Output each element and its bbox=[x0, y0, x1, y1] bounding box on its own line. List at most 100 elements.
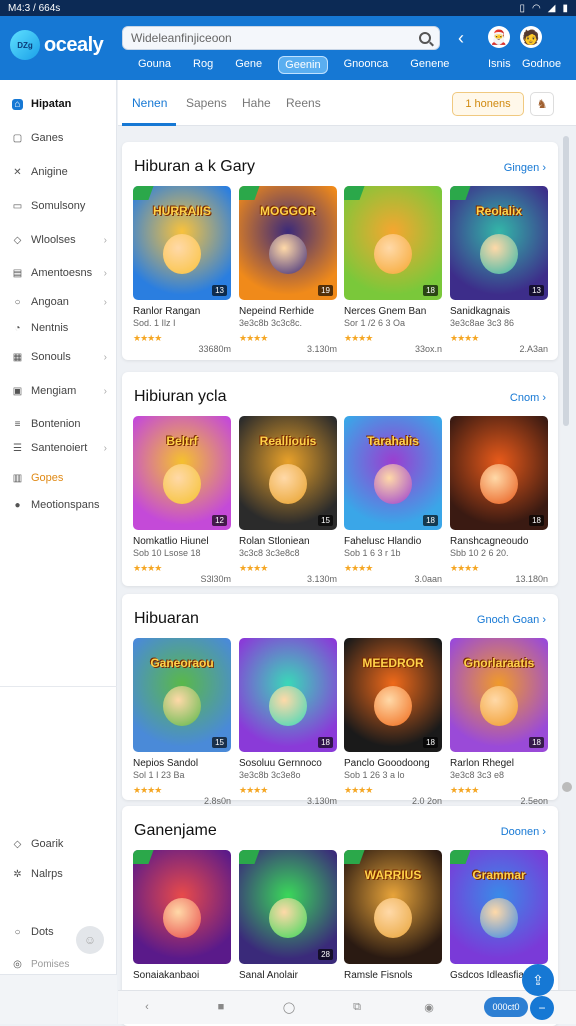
game-card[interactable]: MEEDROR 18 Panclo Gooodoong Sob 1 26 3 a lo… bbox=[344, 638, 442, 806]
sidebar-item[interactable]: ▤ Amentoesns › bbox=[0, 261, 117, 285]
chevron-right-icon: › bbox=[103, 267, 107, 279]
bottom-pill[interactable]: 000ct0 bbox=[484, 997, 528, 1017]
tab-1[interactable]: Sapens bbox=[186, 96, 227, 110]
game-card[interactable]: Reolalix 13 Sanidkagnais 3e3c8ae 3c3 86 ★★★★… bbox=[450, 186, 548, 354]
game-card[interactable]: 18 Ranshcagneoudo Sbb 10 2 6 20. ★★★★ 13.180… bbox=[450, 416, 548, 584]
game-card[interactable]: MOGGOR 19 Nepeind Rerhide 3e3c8b 3c3c8c. ★★★… bbox=[239, 186, 337, 354]
status-time: M4:3 / 664s bbox=[8, 2, 61, 14]
game-name: Sanal Anolair bbox=[239, 970, 298, 981]
scroll-handle[interactable] bbox=[562, 782, 572, 792]
back-icon[interactable]: ‹ bbox=[140, 1000, 154, 1014]
avatar-2[interactable]: 🧑 bbox=[520, 26, 542, 48]
game-thumbnail[interactable]: Grammar bbox=[450, 850, 548, 964]
game-meta: 3e3c8b 3c3e8o bbox=[239, 770, 301, 780]
record-icon[interactable]: ◉ bbox=[422, 1000, 436, 1014]
share-fab[interactable]: ⇪ bbox=[522, 964, 554, 996]
game-size: 33680m bbox=[198, 344, 231, 354]
topnav-item[interactable]: Gouna bbox=[132, 56, 177, 74]
topnav-item[interactable]: Geenin bbox=[278, 56, 328, 74]
character-art bbox=[480, 686, 518, 726]
top-link-1[interactable]: Isnis bbox=[488, 58, 511, 70]
copy-icon[interactable]: ⧉ bbox=[350, 1000, 364, 1014]
game-thumbnail[interactable]: Beltrf 12 bbox=[133, 416, 231, 530]
sidebar-item[interactable]: ◇ Wloolses › bbox=[0, 228, 117, 252]
top-link-2[interactable]: Godnoe bbox=[522, 58, 561, 70]
game-thumbnail[interactable]: MOGGOR 19 bbox=[239, 186, 337, 300]
sidebar-bottom-item[interactable]: ✲ Nalrps bbox=[0, 862, 117, 886]
game-card[interactable]: Realliouis 15 Rolan Stloniean 3c3c8 3c3e8c8… bbox=[239, 416, 337, 584]
tab-0[interactable]: Nenen bbox=[132, 96, 167, 110]
game-card[interactable]: HURRAIIS 13 Ranlor Rangan Sod. 1 Ilz I ★★★★ 3… bbox=[133, 186, 231, 354]
sidebar-item[interactable]: ✕ Anigine bbox=[0, 160, 117, 184]
game-card[interactable]: 18 Sosoluu Gernnoco 3e3c8b 3c3e8o ★★★★ 3.130… bbox=[239, 638, 337, 806]
sidebar-bottom-item[interactable]: ◎ Pomises bbox=[0, 952, 117, 976]
topnav-item[interactable]: Gene bbox=[229, 56, 268, 74]
circle-icon[interactable]: ◯ bbox=[282, 1000, 296, 1014]
game-thumbnail[interactable]: MEEDROR 18 bbox=[344, 638, 442, 752]
search-input[interactable]: Wideleanfinjiceoon bbox=[122, 26, 440, 50]
game-card[interactable]: Tarahalis 18 Fahelusc Hlandio Sob 1 6 3 r 1… bbox=[344, 416, 442, 584]
game-thumbnail[interactable]: Ganeoraou 15 bbox=[133, 638, 231, 752]
sidebar-bottom-item[interactable]: ◇ Goarik bbox=[0, 832, 117, 856]
filter-pill[interactable]: 1 honens bbox=[452, 92, 524, 116]
sidebar-item[interactable]: ◔ Nentnis bbox=[0, 316, 117, 340]
topnav-item[interactable]: Gnoonca bbox=[338, 56, 395, 74]
sidebar-item[interactable]: ▭ Somulsony bbox=[0, 194, 117, 218]
topnav-item[interactable]: Genene bbox=[404, 56, 455, 74]
game-art-title: MOGGOR bbox=[260, 204, 316, 218]
sidebar-item[interactable]: ● Meotionspans bbox=[0, 493, 117, 517]
game-card[interactable]: 18 Nerces Gnem Ban Sor 1 /2 6 3 Oa ★★★★ 33ox… bbox=[344, 186, 442, 354]
circle-icon: ○ bbox=[14, 296, 21, 308]
sidebar-item[interactable]: ▣ Mengiam › bbox=[0, 379, 117, 403]
game-card[interactable]: WARRIUS Ramsle Fisnols bbox=[344, 850, 442, 981]
game-thumbnail[interactable]: WARRIUS bbox=[344, 850, 442, 964]
tab-3[interactable]: Reens bbox=[286, 96, 321, 110]
section-title: Hibuaran bbox=[134, 610, 199, 627]
game-thumbnail[interactable]: HURRAIIS 13 bbox=[133, 186, 231, 300]
game-card[interactable]: Gnorlaraatis 18 Rarlon Rhegel 3e3c8 3c3 e8 ★… bbox=[450, 638, 548, 806]
section-see-all-link[interactable]: Cnom › bbox=[510, 392, 546, 404]
game-thumbnail[interactable] bbox=[133, 850, 231, 964]
tab-2[interactable]: Hahe bbox=[242, 96, 271, 110]
game-thumbnail[interactable]: Gnorlaraatis 18 bbox=[450, 638, 548, 752]
logo-mark-icon: Ǳg bbox=[10, 30, 40, 60]
sidebar-item[interactable]: ▢ Ganes bbox=[0, 126, 117, 150]
section-see-all-link[interactable]: Gnoch Goan › bbox=[477, 614, 546, 626]
game-thumbnail[interactable]: Reolalix 13 bbox=[450, 186, 548, 300]
sidebar-item[interactable]: ○ Angoan › bbox=[0, 290, 117, 314]
game-thumbnail[interactable]: 18 bbox=[239, 638, 337, 752]
game-thumbnail[interactable]: Realliouis 15 bbox=[239, 416, 337, 530]
search-placeholder: Wideleanfinjiceoon bbox=[131, 31, 232, 45]
sidebar-item[interactable]: ☰ Santenoiert › bbox=[0, 436, 117, 460]
section-see-all-link[interactable]: Doonen › bbox=[501, 826, 546, 838]
avatar-1[interactable]: 🎅 bbox=[488, 26, 510, 48]
game-card[interactable]: Grammar Gsdcos Idleasfiam bbox=[450, 850, 548, 981]
game-card[interactable]: Beltrf 12 Nomkatlio Hiunel Sob 10 Lsose 18 ★… bbox=[133, 416, 231, 584]
rating-row: ★★★★ bbox=[133, 558, 231, 573]
sidebar-item[interactable]: ▦ Sonouls › bbox=[0, 345, 117, 369]
game-size: 3.130m bbox=[306, 574, 337, 584]
topnav-item[interactable]: Rog bbox=[187, 56, 219, 74]
sidebar-item[interactable]: ≡ Bontenion bbox=[0, 412, 117, 436]
game-card[interactable]: Ganeoraou 15 Nepios Sandol Sol 1 I 23 Ba ★★★… bbox=[133, 638, 231, 806]
game-thumbnail[interactable]: 28 bbox=[239, 850, 337, 964]
game-card[interactable]: 28 Sanal Anolair bbox=[239, 850, 337, 981]
game-card[interactable]: Sonaiakanbaoi bbox=[133, 850, 231, 981]
game-meta: 3e3c8b 3c3c8c. bbox=[239, 318, 303, 328]
sidebar-item[interactable]: ⌂ Hipatan bbox=[0, 92, 117, 116]
game-thumbnail[interactable]: 18 bbox=[344, 186, 442, 300]
sidebar-item[interactable]: ▥ Gopes bbox=[0, 466, 117, 490]
scrollbar[interactable] bbox=[563, 136, 569, 426]
sidebar-item-label: Dots bbox=[31, 926, 54, 938]
sidebar-item-label: Angoan bbox=[31, 296, 69, 308]
back-chevron-icon[interactable]: ‹ bbox=[458, 28, 464, 49]
search-icon[interactable] bbox=[419, 32, 431, 44]
reader-icon[interactable]: ♞ bbox=[530, 92, 554, 116]
section-see-all-link[interactable]: Gingen › bbox=[504, 162, 546, 174]
app-logo[interactable]: Ǳg ocealy bbox=[10, 30, 104, 60]
square-icon[interactable]: ■ bbox=[214, 1000, 228, 1014]
game-thumbnail[interactable]: Tarahalis 18 bbox=[344, 416, 442, 530]
game-thumbnail[interactable]: 18 bbox=[450, 416, 548, 530]
minus-fab[interactable]: − bbox=[530, 996, 554, 1020]
sidebar-bottom-item[interactable]: ○ Dots bbox=[0, 920, 117, 944]
